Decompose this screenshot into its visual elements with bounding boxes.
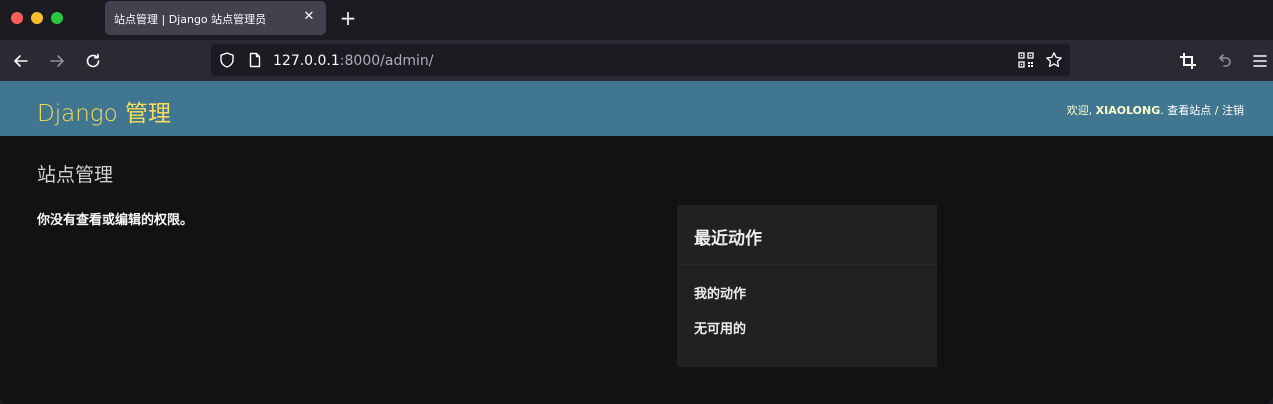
- user-tools: 欢迎, XIAOLONG. 查看站点 / 注销: [1066, 104, 1244, 117]
- page-info-icon[interactable]: [246, 51, 264, 69]
- new-tab-button[interactable]: +: [338, 7, 358, 29]
- username: XIAOLONG: [1095, 104, 1161, 117]
- forward-arrow-icon: [50, 55, 64, 67]
- browser-window: 站点管理 | Django 站点管理员 ✕ + 127.0.0.1:8000/a…: [0, 0, 1273, 404]
- page-title: 站点管理: [37, 164, 114, 186]
- admin-header: Django 管理 欢迎, XIAOLONG. 查看站点 / 注销: [0, 81, 1273, 136]
- undo-arrow-icon: [1219, 54, 1231, 67]
- forward-button[interactable]: [46, 50, 68, 72]
- no-actions-text: 无可用的: [694, 322, 747, 337]
- back-arrow-icon: [14, 55, 28, 67]
- link-separator: /: [1214, 104, 1219, 117]
- tracking-shield-icon[interactable]: [218, 51, 236, 69]
- app-menu-button[interactable]: [1249, 50, 1271, 72]
- active-tab[interactable]: 站点管理 | Django 站点管理员 ✕: [105, 1, 326, 35]
- page-content: Django 管理 欢迎, XIAOLONG. 查看站点 / 注销 站点管理 你…: [0, 81, 1273, 404]
- recent-actions-title: 最近动作: [694, 229, 762, 249]
- undo-button[interactable]: [1213, 50, 1235, 72]
- module-divider: [677, 264, 937, 265]
- close-window-button[interactable]: [11, 12, 23, 24]
- reload-icon: [86, 53, 100, 68]
- maximize-window-button[interactable]: [51, 12, 63, 24]
- tab-title: 站点管理 | Django 站点管理员: [114, 13, 267, 26]
- logout-link[interactable]: 注销: [1222, 104, 1244, 117]
- view-site-link[interactable]: 查看站点: [1167, 104, 1211, 117]
- reload-button[interactable]: [82, 50, 104, 72]
- back-button[interactable]: [10, 50, 32, 72]
- site-branding[interactable]: Django 管理: [37, 94, 171, 128]
- minimize-window-button[interactable]: [31, 12, 43, 24]
- address-bar[interactable]: 127.0.0.1:8000/admin/: [211, 44, 1070, 76]
- recent-actions-module: 最近动作 我的动作 无可用的: [677, 205, 937, 367]
- my-actions-heading: 我的动作: [694, 287, 747, 302]
- crop-icon: [1180, 53, 1196, 69]
- screenshot-button[interactable]: [1177, 50, 1199, 72]
- hamburger-menu-icon: [1253, 55, 1267, 67]
- url-text[interactable]: 127.0.0.1:8000/admin/: [273, 53, 433, 69]
- close-tab-icon[interactable]: ✕: [300, 8, 318, 26]
- no-permission-message: 你没有查看或编辑的权限。: [37, 213, 194, 228]
- navigation-toolbar: 127.0.0.1:8000/admin/: [0, 40, 1273, 81]
- url-path: :8000/admin/: [339, 53, 434, 69]
- welcome-text: 欢迎,: [1066, 104, 1093, 117]
- bookmark-star-icon[interactable]: [1045, 51, 1063, 69]
- qr-code-icon[interactable]: [1017, 51, 1035, 69]
- tab-strip: 站点管理 | Django 站点管理员 ✕ +: [0, 0, 1273, 40]
- url-host: 127.0.0.1: [273, 53, 340, 69]
